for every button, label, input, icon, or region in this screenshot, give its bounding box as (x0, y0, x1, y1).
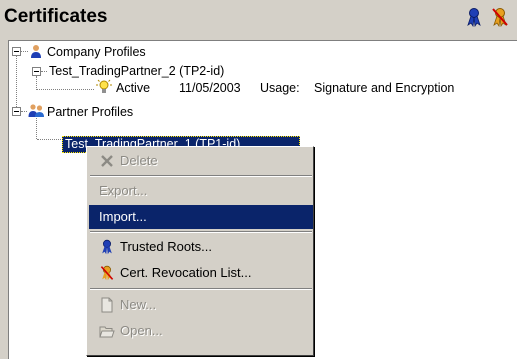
tree-node-partner-profiles[interactable]: Partner Profiles (47, 105, 133, 120)
menu-label-import: Import... (99, 209, 147, 224)
panel-title: Certificates (4, 6, 108, 27)
menu-label-delete: Delete (120, 153, 158, 168)
menu-item-delete[interactable]: Delete (89, 149, 313, 173)
tree-connector (37, 139, 61, 141)
certificates-header: Certificates (0, 0, 517, 36)
tree-connector (41, 71, 47, 73)
menu-item-new[interactable]: New... (89, 293, 313, 317)
menu-label-trusted-roots: Trusted Roots... (120, 239, 212, 254)
company-icon (29, 44, 43, 59)
tree-connector (16, 56, 18, 111)
open-folder-icon (99, 323, 115, 339)
collapse-partner-profiles-toggle[interactable] (12, 107, 21, 116)
tree-connector (36, 118, 38, 139)
menu-label-export: Export... (99, 183, 148, 198)
trusted-roots-icon[interactable] (465, 7, 483, 28)
tree-connector (21, 51, 28, 53)
menu-item-import[interactable]: Import... (89, 205, 313, 229)
context-menu: Delete Export... Import... Trusted Roots… (86, 146, 314, 356)
menu-separator (90, 175, 312, 177)
tree-connector (36, 76, 38, 90)
menu-item-export[interactable]: Export... (89, 179, 313, 203)
header-toolbar (465, 7, 511, 28)
menu-separator (90, 288, 312, 290)
new-document-icon (99, 297, 115, 313)
menu-label-new: New... (120, 297, 157, 312)
partners-icon (27, 103, 45, 118)
trusted-roots-icon (99, 239, 115, 255)
tree-connector (37, 89, 94, 91)
tree-node-company-profiles[interactable]: Company Profiles (47, 45, 146, 60)
tree-node-tp2[interactable]: Test_TradingPartner_2 (TP2-id) (49, 64, 224, 79)
certificate-row[interactable] (95, 79, 517, 95)
menu-item-open[interactable]: Open... (89, 319, 313, 343)
menu-label-revocation-list: Cert. Revocation List... (120, 265, 252, 280)
delete-x-icon (99, 153, 115, 169)
revocation-list-icon (99, 265, 115, 281)
revocation-list-icon[interactable] (491, 7, 509, 28)
collapse-tp2-toggle[interactable] (32, 67, 41, 76)
collapse-company-profiles-toggle[interactable] (12, 47, 21, 56)
menu-label-open: Open... (120, 323, 163, 338)
menu-separator (90, 231, 312, 233)
menu-item-revocation-list[interactable]: Cert. Revocation List... (89, 261, 313, 285)
menu-item-trusted-roots[interactable]: Trusted Roots... (89, 235, 313, 259)
